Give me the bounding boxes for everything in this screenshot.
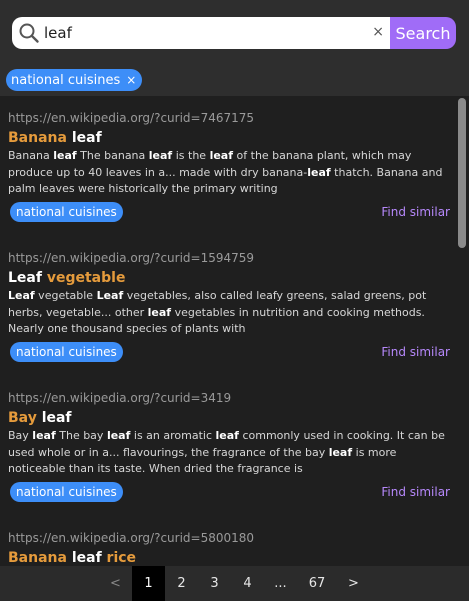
result-title[interactable]: Banana leaf rice [8, 549, 452, 566]
find-similar-link[interactable]: Find similar [381, 342, 450, 362]
page-4-button[interactable]: 4 [231, 566, 264, 601]
result-item: https://en.wikipedia.org/?curid=1594759 … [8, 250, 452, 362]
result-url[interactable]: https://en.wikipedia.org/?curid=3419 [8, 390, 452, 406]
result-item: https://en.wikipedia.org/?curid=7467175 … [8, 110, 452, 222]
search-input[interactable] [44, 24, 344, 42]
page-2-button[interactable]: 2 [165, 566, 198, 601]
next-page-button[interactable]: > [337, 566, 370, 601]
result-url[interactable]: https://en.wikipedia.org/?curid=1594759 [8, 250, 452, 266]
result-tag[interactable]: national cuisines [10, 202, 123, 222]
result-tag[interactable]: national cuisines [10, 342, 123, 362]
page-3-button[interactable]: 3 [198, 566, 231, 601]
result-snippet: Leaf vegetable Leaf vegetables, also cal… [8, 289, 427, 335]
result-item: https://en.wikipedia.org/?curid=3419 Bay… [8, 390, 452, 502]
result-url[interactable]: https://en.wikipedia.org/?curid=7467175 [8, 110, 452, 126]
page-1-button[interactable]: 1 [132, 566, 165, 601]
result-snippet: Banana leaf The banana leaf is the leaf … [8, 149, 443, 195]
find-similar-link[interactable]: Find similar [381, 482, 450, 502]
search-bar: × Search [12, 17, 456, 49]
clear-search-icon[interactable]: × [372, 24, 384, 40]
result-url[interactable]: https://en.wikipedia.org/?curid=5800180 [8, 530, 452, 546]
header-area: × Search national cuisines × [0, 0, 469, 96]
search-button[interactable]: Search [390, 17, 456, 49]
search-icon [19, 23, 39, 43]
search-box[interactable]: × [12, 17, 390, 49]
result-title[interactable]: Leaf vegetable [8, 269, 452, 287]
active-filter-chip[interactable]: national cuisines × [6, 69, 143, 91]
result-tag[interactable]: national cuisines [10, 482, 123, 502]
result-item: https://en.wikipedia.org/?curid=5800180 … [8, 530, 452, 566]
results-list[interactable]: https://en.wikipedia.org/?curid=7467175 … [0, 96, 469, 566]
remove-filter-icon[interactable]: × [126, 73, 136, 87]
find-similar-link[interactable]: Find similar [381, 202, 450, 222]
result-title[interactable]: Bay leaf [8, 409, 452, 427]
filter-chip-label: national cuisines [11, 72, 121, 88]
results-scrollbar-thumb[interactable] [458, 98, 466, 248]
result-snippet: Bay leaf The bay leaf is an aromatic lea… [8, 429, 445, 475]
page-ellipsis: ... [274, 576, 287, 591]
pagination: < 1 2 3 4 ... 67 > [0, 566, 469, 601]
page-67-button[interactable]: 67 [297, 566, 337, 601]
result-title[interactable]: Banana leaf [8, 129, 452, 147]
prev-page-button[interactable]: < [99, 566, 132, 601]
